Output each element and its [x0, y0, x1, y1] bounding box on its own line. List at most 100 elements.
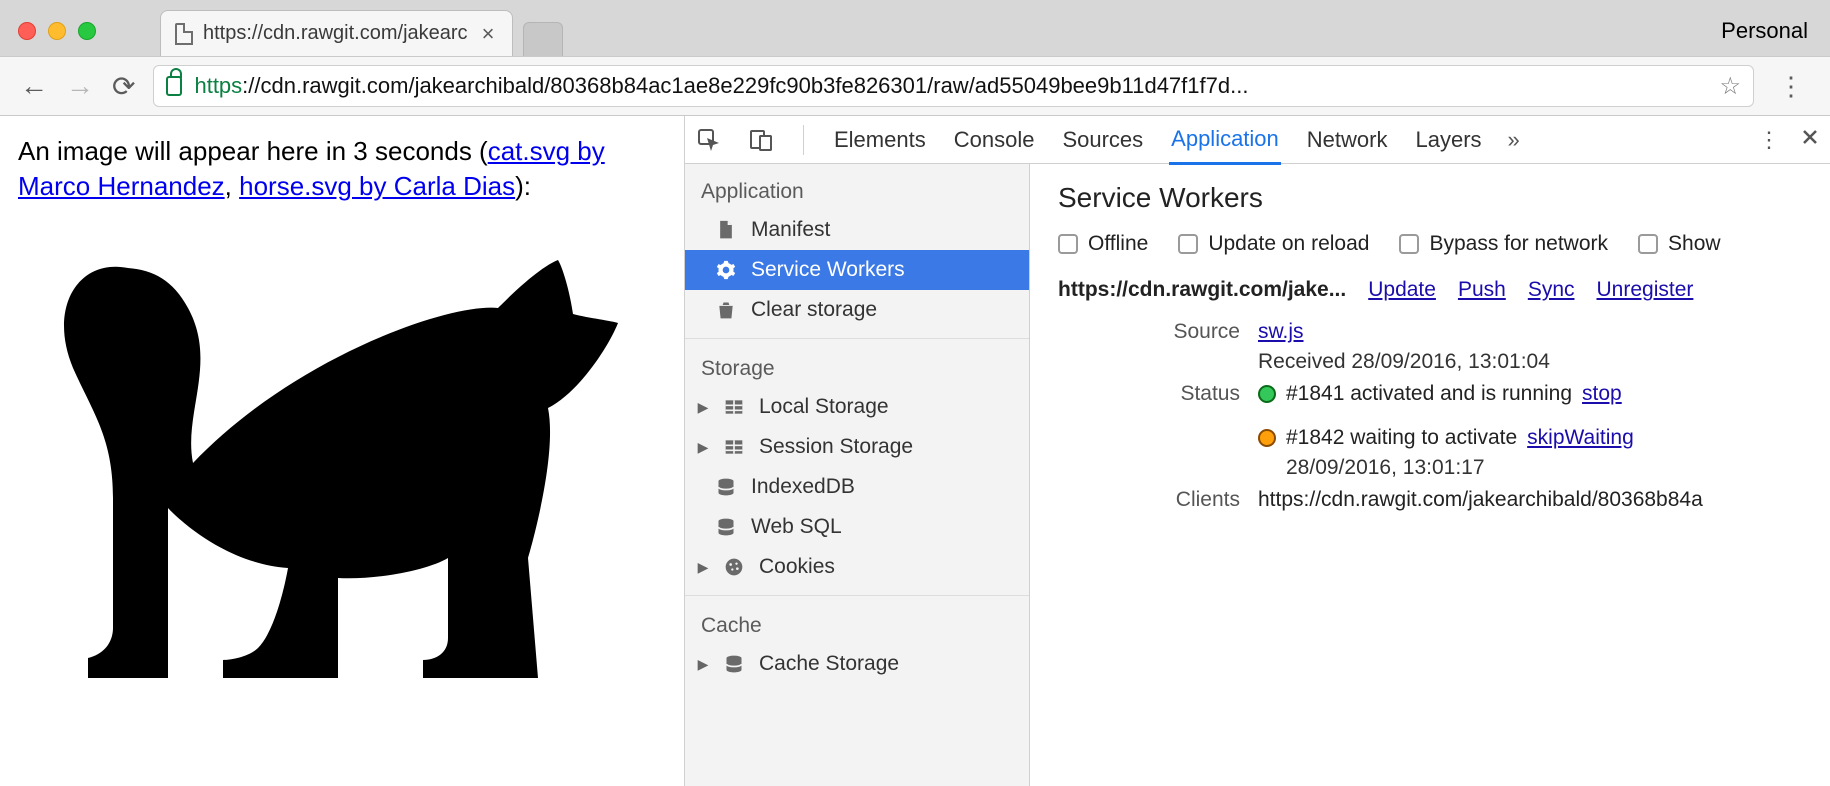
browser-menu-button[interactable]: ⋮: [1772, 71, 1810, 102]
sw-options-row: Offline Update on reload Bypass for netw…: [1058, 232, 1802, 256]
sw-source-row: Source sw.js Received 28/09/2016, 13:01:…: [1058, 320, 1802, 374]
sw-update-link[interactable]: Update: [1368, 278, 1436, 302]
minimize-window-button[interactable]: [48, 22, 66, 40]
sidebar-group-title: Storage: [685, 347, 1029, 387]
bookmark-star-icon[interactable]: ☆: [1719, 72, 1741, 101]
sw-unregister-link[interactable]: Unregister: [1597, 278, 1694, 302]
sidebar-item-cookies[interactable]: ▶ Cookies: [685, 547, 1029, 587]
page-viewport: An image will appear here in 3 seconds (…: [0, 116, 684, 786]
offline-checkbox[interactable]: Offline: [1058, 232, 1148, 256]
divider: [803, 125, 804, 155]
sw-source-link[interactable]: sw.js: [1258, 320, 1304, 344]
window-controls: [18, 22, 96, 40]
sidebar-item-clear-storage[interactable]: Clear storage: [685, 290, 1029, 330]
chevron-right-icon: ▶: [697, 439, 709, 456]
device-toggle-icon[interactable]: [747, 126, 775, 154]
bypass-for-network-checkbox[interactable]: Bypass for network: [1399, 232, 1608, 256]
sidebar-item-label: Clear storage: [751, 298, 877, 322]
link-horse-svg[interactable]: horse.svg by Carla Dias: [239, 171, 515, 201]
tab-network[interactable]: Network: [1305, 117, 1390, 163]
reload-button[interactable]: ⟳: [112, 70, 135, 103]
devtools-tabbar: Elements Console Sources Application Net…: [685, 116, 1830, 164]
url-text: https://cdn.rawgit.com/jakearchibald/803…: [194, 73, 1707, 99]
sidebar-item-indexeddb[interactable]: IndexedDB: [685, 467, 1029, 507]
chevron-right-icon: ▶: [697, 559, 709, 576]
back-button[interactable]: ←: [20, 70, 48, 102]
lock-icon: [166, 76, 182, 96]
checkbox-label: Bypass for network: [1429, 232, 1608, 256]
sidebar-item-label: Cache Storage: [759, 652, 899, 676]
sidebar-item-manifest[interactable]: Manifest: [685, 210, 1029, 250]
close-window-button[interactable]: [18, 22, 36, 40]
sw-push-link[interactable]: Push: [1458, 278, 1506, 302]
cat-image: [18, 208, 618, 688]
checkbox-label: Update on reload: [1208, 232, 1369, 256]
sw-clients-value: https://cdn.rawgit.com/jakearchibald/803…: [1258, 488, 1802, 512]
service-workers-panel: Service Workers Offline Update on reload…: [1030, 164, 1830, 786]
sw-origin: https://cdn.rawgit.com/jake...: [1058, 278, 1346, 302]
sw-status-row: Status #1841 activated and is running st…: [1058, 382, 1802, 480]
tabs-overflow-button[interactable]: »: [1508, 127, 1520, 153]
checkbox-label: Show: [1668, 232, 1721, 256]
database-icon: [715, 517, 737, 537]
tab-layers[interactable]: Layers: [1413, 117, 1483, 163]
sidebar-item-label: Web SQL: [751, 515, 842, 539]
sw-sync-link[interactable]: Sync: [1528, 278, 1575, 302]
devtools-menu-button[interactable]: ⋮: [1758, 127, 1780, 153]
forward-button[interactable]: →: [66, 70, 94, 102]
trash-icon: [715, 300, 737, 320]
url-host-path: ://cdn.rawgit.com/jakearchibald/80368b84…: [242, 73, 1248, 98]
database-icon: [715, 477, 737, 497]
sw-clients-row: Clients https://cdn.rawgit.com/jakearchi…: [1058, 488, 1802, 512]
tab-elements[interactable]: Elements: [832, 117, 928, 163]
address-bar[interactable]: https://cdn.rawgit.com/jakearchibald/803…: [153, 65, 1754, 107]
devtools-close-button[interactable]: [1800, 127, 1820, 153]
browser-tab[interactable]: https://cdn.rawgit.com/jakearc ×: [160, 10, 513, 56]
sidebar-item-label: Local Storage: [759, 395, 889, 419]
close-tab-button[interactable]: ×: [478, 21, 499, 47]
database-icon: [723, 654, 745, 674]
tab-sources[interactable]: Sources: [1060, 117, 1145, 163]
zoom-window-button[interactable]: [78, 22, 96, 40]
sidebar-item-label: Cookies: [759, 555, 835, 579]
application-sidebar: Application Manifest Service Workers Cle…: [685, 164, 1030, 786]
sw-stop-link[interactable]: stop: [1582, 382, 1622, 406]
grid-icon: [723, 437, 745, 457]
sw-status-text: #1841 activated and is running: [1286, 382, 1572, 406]
row-label: Status: [1058, 382, 1258, 480]
sw-skipwaiting-link[interactable]: skipWaiting: [1527, 426, 1634, 450]
file-icon: [175, 23, 193, 45]
update-on-reload-checkbox[interactable]: Update on reload: [1178, 232, 1369, 256]
profile-label[interactable]: Personal: [1721, 18, 1808, 44]
sw-source-received: Received 28/09/2016, 13:01:04: [1258, 350, 1802, 374]
sw-origin-row: https://cdn.rawgit.com/jake... Update Pu…: [1058, 278, 1802, 302]
sw-status-text: #1842 waiting to activate: [1286, 426, 1517, 450]
sidebar-item-label: Service Workers: [751, 258, 905, 282]
chevron-right-icon: ▶: [697, 656, 709, 673]
row-label: Source: [1058, 320, 1258, 374]
sw-status-time: 28/09/2016, 13:01:17: [1286, 456, 1802, 480]
intro-text-1: An image will appear here in 3 seconds (: [18, 136, 488, 166]
sidebar-group-title: Application: [685, 170, 1029, 210]
chevron-right-icon: ▶: [697, 399, 709, 416]
devtools-panel: Elements Console Sources Application Net…: [684, 116, 1830, 786]
intro-sep: ,: [225, 171, 239, 201]
toolbar: ← → ⟳ https://cdn.rawgit.com/jakearchiba…: [0, 56, 1830, 116]
tab-application[interactable]: Application: [1169, 116, 1281, 165]
sidebar-item-websql[interactable]: Web SQL: [685, 507, 1029, 547]
sidebar-item-local-storage[interactable]: ▶ Local Storage: [685, 387, 1029, 427]
intro-text-2: ):: [515, 171, 531, 201]
sidebar-item-session-storage[interactable]: ▶ Session Storage: [685, 427, 1029, 467]
sidebar-group-title: Cache: [685, 604, 1029, 644]
inspect-element-icon[interactable]: [695, 126, 723, 154]
new-tab-button[interactable]: [523, 22, 563, 56]
sidebar-item-service-workers[interactable]: Service Workers: [685, 250, 1029, 290]
sidebar-item-cache-storage[interactable]: ▶ Cache Storage: [685, 644, 1029, 684]
show-all-checkbox[interactable]: Show: [1638, 232, 1721, 256]
status-indicator-running-icon: [1258, 385, 1276, 403]
tab-console[interactable]: Console: [952, 117, 1037, 163]
tabstrip: https://cdn.rawgit.com/jakearc × Persona…: [0, 0, 1830, 56]
gear-icon: [715, 260, 737, 280]
url-scheme: https: [194, 73, 242, 98]
file-icon: [715, 220, 737, 240]
